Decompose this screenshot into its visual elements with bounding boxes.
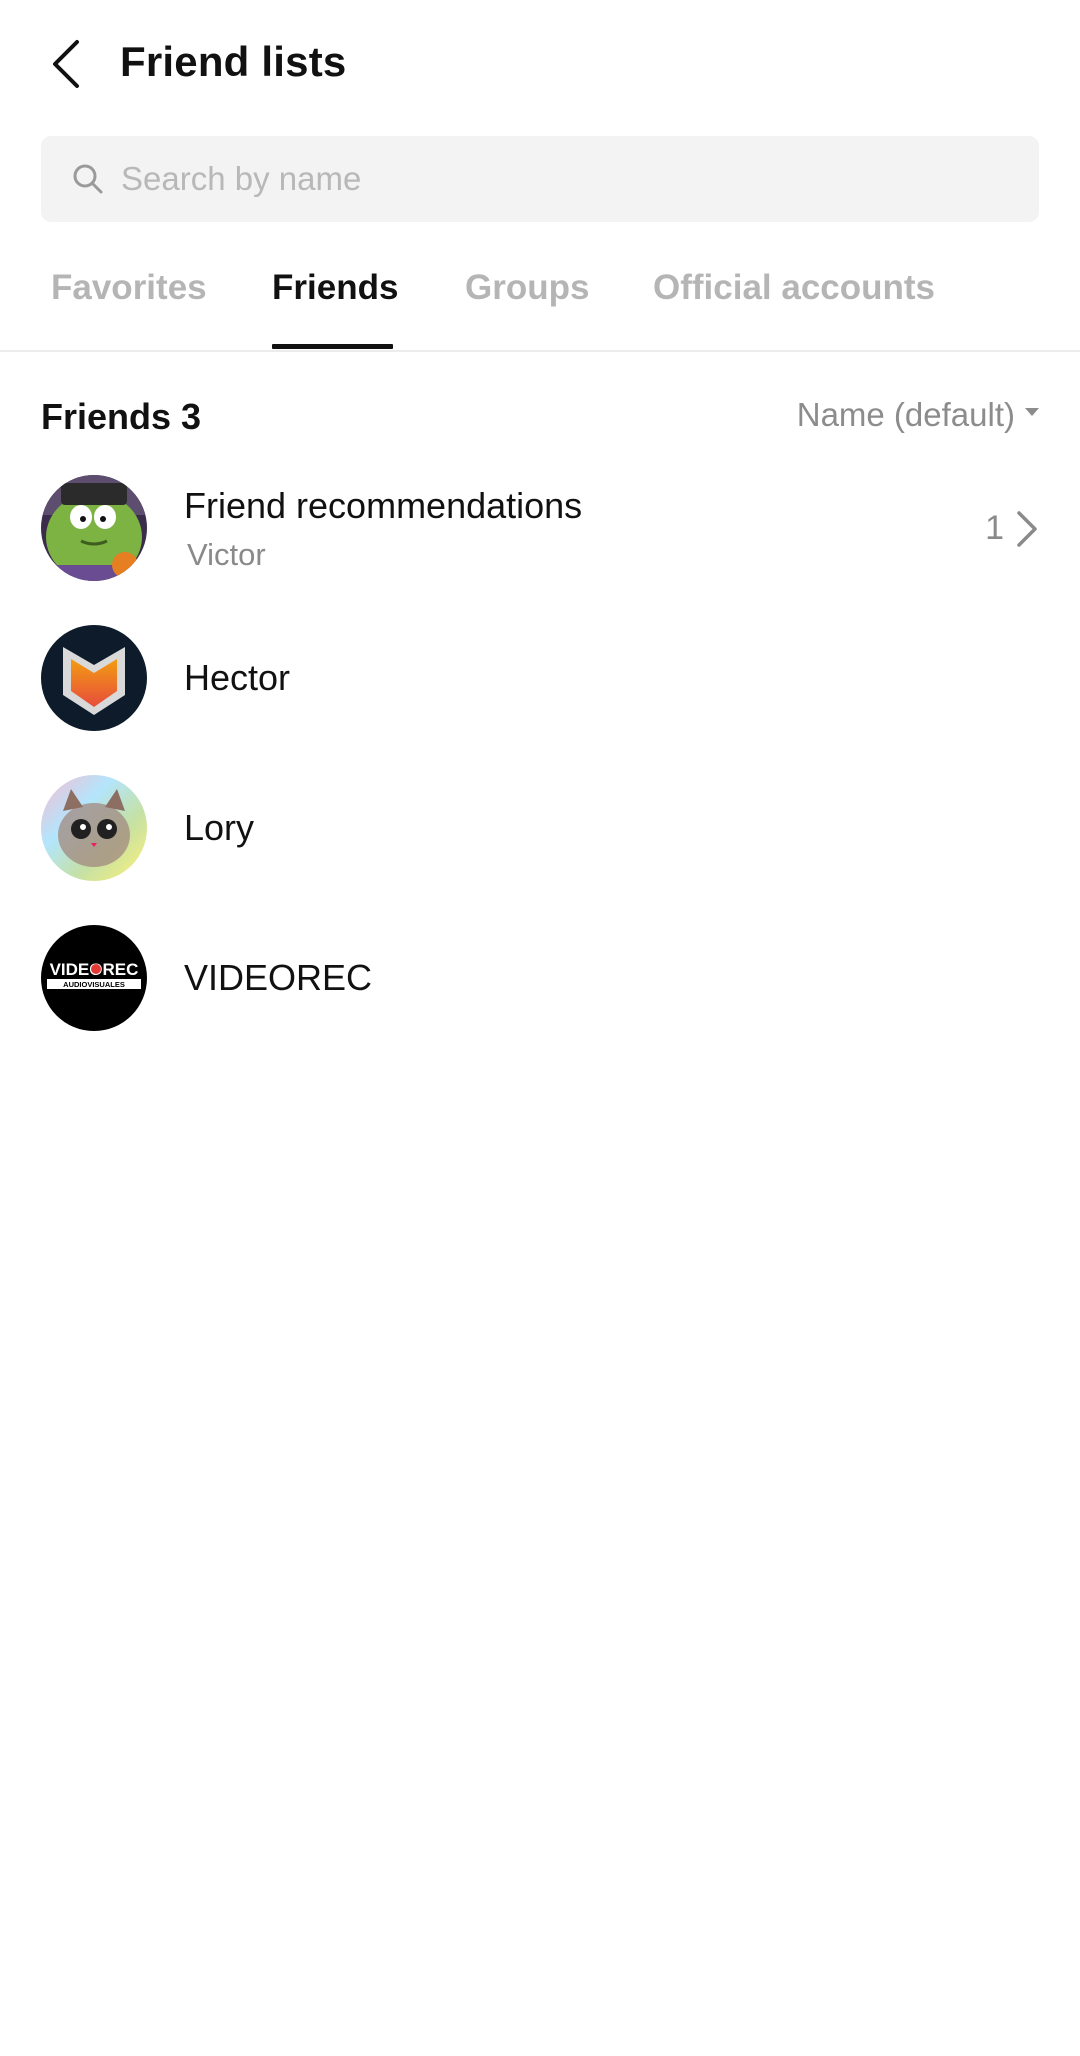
shield-logo-avatar-image: [41, 625, 147, 731]
search-icon: [71, 162, 105, 196]
search-bar[interactable]: [41, 136, 1039, 222]
sort-dropdown[interactable]: Name (default): [797, 396, 1039, 434]
tab-friends[interactable]: Friends: [272, 268, 398, 308]
back-button[interactable]: [40, 28, 92, 100]
videorec-logo-sub: AUDIOVISUALES: [63, 980, 125, 989]
friend-name: Lory: [184, 807, 255, 848]
cartoon-avatar-image: [41, 475, 147, 581]
avatar: [41, 775, 147, 881]
friend-row-videorec[interactable]: VIDEOREC AUDIOVISUALES VIDEOREC: [0, 903, 1080, 1053]
tab-groups[interactable]: Groups: [465, 268, 589, 308]
caret-down-icon: [1025, 408, 1039, 416]
friend-row-lory[interactable]: Lory: [0, 753, 1080, 903]
active-tab-indicator: [272, 344, 393, 349]
tab-official-accounts[interactable]: Official accounts: [653, 268, 935, 308]
sort-label: Name (default): [796, 396, 1015, 433]
friends-section-header: Friends 3 Name (default): [41, 392, 1039, 442]
friend-row-hector[interactable]: Hector: [0, 603, 1080, 753]
friends-count-title: Friends 3: [41, 396, 202, 437]
friend-name: Hector: [184, 657, 291, 698]
app-header: Friend lists: [0, 0, 1080, 128]
friend-recommendations-row[interactable]: Friend recommendations Victor 1: [0, 453, 1080, 603]
friend-recommendations-title: Friend recommendations: [184, 485, 583, 526]
tab-favorites[interactable]: Favorites: [51, 268, 207, 308]
chevron-left-icon: [53, 40, 79, 88]
chevron-right-icon: [1017, 511, 1037, 547]
friend-recommendations-subtitle: Victor: [187, 537, 266, 572]
avatar: VIDEOREC AUDIOVISUALES: [41, 925, 147, 1031]
tab-bar: Favorites Friends Groups Official accoun…: [0, 250, 1080, 352]
cat-avatar-image: [41, 775, 147, 881]
avatar: [41, 475, 147, 581]
avatar: [41, 625, 147, 731]
friend-name: VIDEOREC: [184, 957, 373, 998]
page-title: Friend lists: [120, 38, 347, 85]
search-input[interactable]: [119, 159, 1003, 199]
videorec-logo-avatar-image: VIDEOREC AUDIOVISUALES: [41, 925, 147, 1031]
recommendations-count: 1: [985, 509, 1004, 547]
